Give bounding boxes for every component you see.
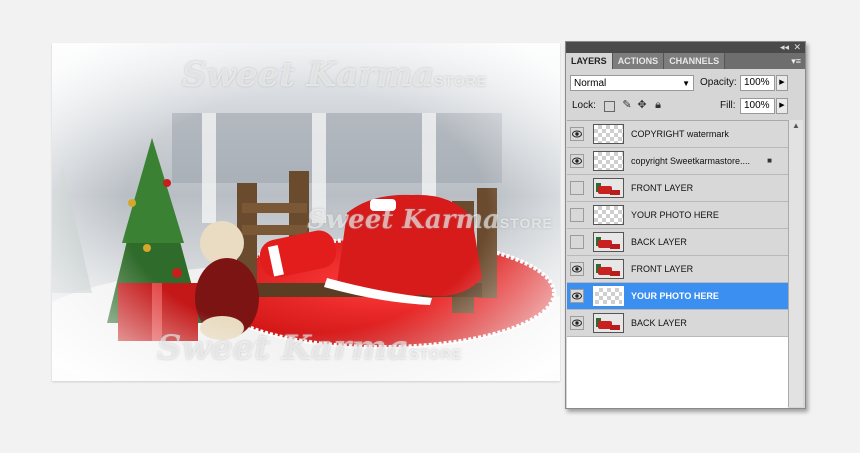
layer-name: YOUR PHOTO HERE bbox=[631, 291, 719, 301]
layer-thumbnail bbox=[593, 259, 624, 279]
layer-name: YOUR PHOTO HERE bbox=[631, 210, 719, 220]
eye-hidden-icon[interactable] bbox=[570, 208, 584, 222]
watermark-middle: Sweet KarmaSTORE bbox=[307, 205, 553, 235]
layer-lock-icon: ■ bbox=[767, 156, 772, 165]
layer-thumbnail bbox=[593, 205, 624, 225]
layer-row[interactable]: FRONT LAYER bbox=[567, 175, 788, 202]
blend-mode-select[interactable]: Normal ▼ bbox=[570, 75, 694, 91]
layers-panel: ◂◂ ✕ LAYERS ACTIONS CHANNELS ▾≡ Normal ▼… bbox=[565, 41, 806, 409]
lock-transparent-icon[interactable] bbox=[604, 101, 615, 112]
eye-icon[interactable] bbox=[570, 154, 584, 168]
brush-icon[interactable]: ✎ bbox=[621, 99, 633, 111]
layer-thumbnail bbox=[593, 232, 624, 252]
collapse-icon[interactable]: ◂◂ bbox=[780, 42, 789, 53]
layer-row[interactable]: YOUR PHOTO HERE bbox=[567, 202, 788, 229]
layer-thumbnail bbox=[593, 178, 624, 198]
layer-name: copyright Sweetkarmastore.... bbox=[631, 156, 751, 166]
layer-name: BACK LAYER bbox=[631, 237, 687, 247]
panel-menu-icon[interactable]: ▾≡ bbox=[791, 53, 801, 69]
eye-icon[interactable] bbox=[570, 289, 584, 303]
layer-list: COPYRIGHT watermark copyright Sweetkarma… bbox=[567, 120, 788, 408]
preview-photo: Sweet KarmaSTORE Sweet KarmaSTORE Sweet … bbox=[52, 43, 560, 381]
eye-icon[interactable] bbox=[570, 127, 584, 141]
layer-thumbnail bbox=[593, 151, 624, 171]
fill-label: Fill: bbox=[720, 100, 736, 111]
panel-tabs: LAYERS ACTIONS CHANNELS ▾≡ bbox=[566, 53, 805, 69]
lock-fill-row: Lock: ✎ ✥ 🔒︎ Fill: 100% ▶ bbox=[570, 98, 801, 114]
blend-mode-value: Normal bbox=[574, 78, 607, 89]
close-icon[interactable]: ✕ bbox=[793, 42, 801, 53]
layer-row-selected[interactable]: YOUR PHOTO HERE bbox=[567, 283, 788, 310]
watermark-top: Sweet KarmaSTORE bbox=[182, 55, 488, 95]
scroll-up-icon[interactable]: ▲ bbox=[789, 120, 803, 132]
blend-opacity-row: Normal ▼ Opacity: 100% ▶ bbox=[570, 75, 801, 91]
layer-row[interactable]: BACK LAYER bbox=[567, 229, 788, 256]
layer-name: BACK LAYER bbox=[631, 318, 687, 328]
eye-icon[interactable] bbox=[570, 262, 584, 276]
eye-icon[interactable] bbox=[570, 316, 584, 330]
tab-layers[interactable]: LAYERS bbox=[566, 53, 613, 69]
layer-name: FRONT LAYER bbox=[631, 183, 694, 193]
fill-field[interactable]: 100% bbox=[740, 98, 775, 114]
panel-title-bar[interactable]: ◂◂ ✕ bbox=[566, 42, 805, 53]
fill-arrow-icon[interactable]: ▶ bbox=[776, 98, 788, 114]
tab-actions[interactable]: ACTIONS bbox=[612, 53, 665, 69]
opacity-field[interactable]: 100% bbox=[740, 75, 775, 91]
watermark-bottom: Sweet KarmaSTORE bbox=[157, 328, 463, 368]
opacity-arrow-icon[interactable]: ▶ bbox=[776, 75, 788, 91]
layer-row[interactable]: FRONT LAYER bbox=[567, 256, 788, 283]
chevron-down-icon: ▼ bbox=[682, 79, 690, 88]
layer-row[interactable]: copyright Sweetkarmastore.... ■ bbox=[567, 148, 788, 175]
layer-thumbnail bbox=[593, 124, 624, 144]
eye-hidden-icon[interactable] bbox=[570, 181, 584, 195]
layer-thumbnail bbox=[593, 313, 624, 333]
tab-channels[interactable]: CHANNELS bbox=[664, 53, 726, 69]
lock-icon[interactable]: 🔒︎ bbox=[652, 99, 664, 111]
layer-row[interactable]: COPYRIGHT watermark bbox=[567, 121, 788, 148]
eye-hidden-icon[interactable] bbox=[570, 235, 584, 249]
layer-thumbnail bbox=[593, 286, 624, 306]
layer-name: COPYRIGHT watermark bbox=[631, 129, 729, 139]
opacity-label: Opacity: bbox=[700, 77, 737, 88]
layer-list-scrollbar[interactable]: ▲ bbox=[788, 120, 803, 407]
lock-label: Lock: bbox=[572, 100, 596, 111]
layer-name: FRONT LAYER bbox=[631, 264, 694, 274]
layer-row[interactable]: BACK LAYER bbox=[567, 310, 788, 337]
move-icon[interactable]: ✥ bbox=[636, 99, 648, 111]
